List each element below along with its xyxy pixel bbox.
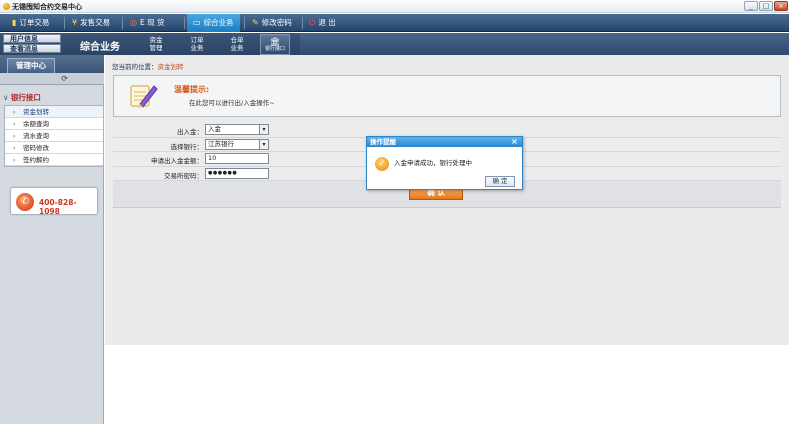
subnav-warehouse-receipt[interactable]: 仓单 业务 [222,36,252,52]
amount-label: 申请出入金金额： [151,157,203,165]
sidebar-item-sign-contract[interactable]: › 签约解约 [5,154,103,166]
direction-select[interactable]: 入金 ▾ [205,124,269,135]
sidebar-toolstrip: ⟳ [0,73,104,85]
section-title: 综合业务 [80,42,120,53]
nav-divider [184,17,185,29]
tip-text: 在此您可以进行出/入金操作~ [189,99,275,107]
chevron-right-icon: › [13,132,16,140]
nav-divider [122,17,123,29]
close-icon[interactable]: × [510,137,519,146]
top-nav: ▮ 订单交易 ¥ 发售交易 ◎ E 现 货 ▭ 综合业务 ✎ 修改密码 ⏻ 退 出 [0,14,789,32]
amount-input[interactable]: 10 [205,153,269,164]
chevron-down-icon: ∨ [3,93,11,102]
nav-order-trading[interactable]: ▮ 订单交易 [12,14,49,32]
bank-label: 选择银行： [170,142,204,151]
sidebar-tabbar: 管理中心 [0,55,104,73]
user-info-button[interactable]: 用户信息 [3,34,61,43]
minimize-button[interactable]: _ [744,1,758,11]
power-icon: ⏻ [309,18,316,27]
nav-issue-trading[interactable]: ¥ 发售交易 [72,14,110,32]
dialog-message: 入金申请成功，银行处理中 [394,159,472,167]
window-title: 无锡囤知合约交易中心 [12,3,82,11]
tip-title: 温馨提示: [174,85,210,94]
nav-divider [244,17,245,29]
nav-integrated-business[interactable]: ▭ 综合业务 [187,14,240,32]
sidebar-group-bank-interface[interactable]: ∨ 银行接口 [3,92,103,104]
chevron-down-icon[interactable]: ▾ [259,125,268,134]
ok-button[interactable]: 确 定 [485,176,515,187]
check-icon: ✓ [375,157,389,171]
subnav-order-business[interactable]: 订单 业务 [182,36,212,52]
chevron-right-icon: › [13,108,16,116]
direction-label: 出入金： [177,128,203,136]
hotline-badge: ✆ 400-828-1098 [10,187,98,216]
sub-nav: 用户信息 查看消息 综合业务 资金 管理 订单 业务 仓单 业务 🏛 银行接口 [0,33,789,55]
bank-select[interactable]: 江苏银行 ▾ [205,138,269,150]
sidebar-item-statement-query[interactable]: › 流水查询 [5,130,103,142]
sidebar-item-fund-transfer[interactable]: › 资金划转 [5,106,103,118]
chevron-right-icon: › [13,120,16,128]
yen-icon: ¥ [72,18,78,27]
bar-chart-icon: ▮ [12,18,17,27]
key-icon: ✎ [252,18,259,27]
phone-icon: ✆ [16,193,34,211]
password-label: 交易所密码： [164,171,203,180]
tab-management-center[interactable]: 管理中心 [7,58,55,73]
breadcrumb-current[interactable]: 资金划转 [158,63,184,71]
subnav-funds-management[interactable]: 资金 管理 [141,36,171,52]
subnav-bank-interface[interactable]: 🏛 银行接口 [260,34,290,55]
hotline-number: 400-828-1098 [39,198,77,216]
chevron-right-icon: › [13,144,16,152]
tip-box: 温馨提示: 在此您可以进行出/入金操作~ [113,75,781,117]
sidebar-menu: › 资金划转 › 余额查询 › 流水查询 › 密码修改 › 签约解约 [4,105,104,167]
dialog-title: 操作提醒 [370,138,396,146]
maximize-button[interactable]: □ [759,1,773,11]
close-window-button[interactable]: × [774,1,788,11]
sub-nav-strip [300,33,789,55]
sidebar-item-balance-query[interactable]: › 余额查询 [5,118,103,130]
app-logo-icon [3,3,10,10]
nav-e-spot[interactable]: ◎ E 现 货 [130,14,165,32]
nav-divider [64,17,65,29]
chevron-down-icon[interactable]: ▾ [259,139,268,149]
breadcrumb: 您当前的位置：资金划转 [112,63,184,71]
password-input[interactable]: ●●●●●● [205,167,269,179]
nav-divider [302,17,303,29]
title-bar: 无锡囤知合约交易中心 _ □ × [0,0,789,13]
view-messages-button[interactable]: 查看消息 [3,44,61,53]
refresh-icon[interactable]: ⟳ [61,74,68,83]
monitor-icon: ▭ [193,18,201,27]
notice-dialog: 操作提醒 × ✓ 入金申请成功，银行处理中 确 定 [366,136,523,190]
main-content: 您当前的位置：资金划转 温馨提示: 在此您可以进行出/入金操作~ 出入金： 入金… [105,55,789,345]
dialog-header: 操作提醒 × [367,137,522,147]
nav-logout[interactable]: ⏻ 退 出 [309,14,336,32]
sidebar: 管理中心 ⟳ ∨ 银行接口 › 资金划转 › 余额查询 › 流水查询 › 密码修改 › 签… [0,55,104,424]
notepad-pencil-icon [130,85,158,108]
globe-icon: ◎ [130,18,137,27]
chevron-right-icon: › [13,156,16,164]
bank-icon: 🏛 [269,37,281,46]
sidebar-item-change-password[interactable]: › 密码修改 [5,142,103,154]
nav-change-password[interactable]: ✎ 修改密码 [252,14,292,32]
